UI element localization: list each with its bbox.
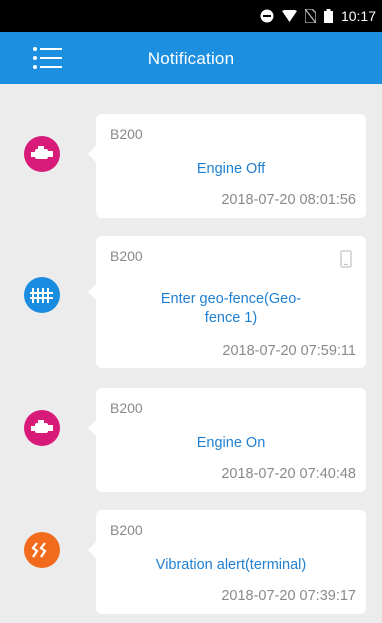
notification-time: 2018-07-20 07:40:48 <box>221 466 356 482</box>
status-bar: 10:17 <box>0 0 382 32</box>
vibration-icon <box>24 532 60 568</box>
phone-icon <box>340 250 352 268</box>
notification-message: Vibration alert(terminal) <box>155 557 307 573</box>
device-name: B200 <box>110 248 143 264</box>
fence-icon <box>24 277 60 313</box>
app-bar: Notification <box>0 32 382 84</box>
list-item[interactable]: B200 Enter geo-fence(Geo- fence 1) 2018-… <box>88 236 366 368</box>
wifi-icon <box>281 10 297 22</box>
battery-icon <box>323 9 333 23</box>
list-item[interactable]: B200 Engine Off 2018-07-20 08:01:56 <box>88 114 366 218</box>
message-line-2: fence 1) <box>204 310 258 326</box>
notification-message: Engine Off <box>196 161 266 177</box>
engine-icon <box>24 136 60 172</box>
engine-icon <box>24 410 60 446</box>
notification-time: 2018-07-20 08:01:56 <box>221 192 356 208</box>
page-title: Notification <box>147 49 235 68</box>
device-name: B200 <box>110 400 143 416</box>
no-sim-icon <box>304 9 316 23</box>
notification-message: Engine On <box>196 435 266 451</box>
status-time: 10:17 <box>340 8 376 24</box>
message-line-1: Enter geo-fence(Geo- <box>160 291 302 307</box>
list-item[interactable]: B200 Vibration alert(terminal) 2018-07-2… <box>88 510 366 614</box>
notification-message: Enter geo-fence(Geo- fence 1) <box>130 290 332 328</box>
device-name: B200 <box>110 522 143 538</box>
notification-list[interactable]: B200 Engine Off 2018-07-20 08:01:56 B200… <box>0 84 382 623</box>
device-name: B200 <box>110 126 143 142</box>
do-not-disturb-icon <box>260 9 274 23</box>
notification-time: 2018-07-20 07:59:11 <box>222 343 356 359</box>
notification-time: 2018-07-20 07:39:17 <box>221 588 356 604</box>
list-item[interactable]: B200 Engine On 2018-07-20 07:40:48 <box>88 388 366 492</box>
status-icons: 10:17 <box>260 8 376 24</box>
